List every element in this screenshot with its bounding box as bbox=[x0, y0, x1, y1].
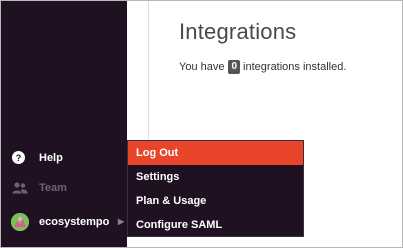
user-menu-toggle[interactable]: ecosystempo ▶ bbox=[1, 208, 127, 236]
integration-count-badge: 0 bbox=[228, 60, 241, 74]
sidebar-item-help[interactable]: ? Help bbox=[12, 151, 63, 164]
summary-suffix: integrations installed. bbox=[243, 61, 347, 73]
summary-prefix: You have bbox=[179, 61, 225, 73]
avatar-icon bbox=[11, 213, 29, 231]
menu-item-settings[interactable]: Settings bbox=[128, 165, 303, 189]
sidebar-item-label: Help bbox=[39, 151, 63, 164]
question-circle-icon: ? bbox=[12, 151, 25, 164]
sidebar: ? Help Team ecosystempo ▶ bbox=[1, 1, 127, 247]
team-icon bbox=[12, 182, 28, 194]
page-title: Integrations bbox=[179, 19, 297, 44]
chevron-right-icon: ▶ bbox=[118, 217, 125, 226]
menu-item-log-out[interactable]: Log Out bbox=[128, 141, 303, 165]
user-name: ecosystempo bbox=[39, 216, 110, 228]
menu-item-configure-saml[interactable]: Configure SAML bbox=[128, 213, 303, 237]
sidebar-item-team[interactable]: Team bbox=[12, 182, 67, 194]
menu-item-plan-usage[interactable]: Plan & Usage bbox=[128, 189, 303, 213]
avatar bbox=[11, 213, 29, 231]
user-dropdown-menu: Log Out Settings Plan & Usage Configure … bbox=[127, 140, 304, 237]
sidebar-item-label: Team bbox=[39, 182, 67, 194]
integrations-summary: You have 0 integrations installed. bbox=[179, 60, 346, 74]
